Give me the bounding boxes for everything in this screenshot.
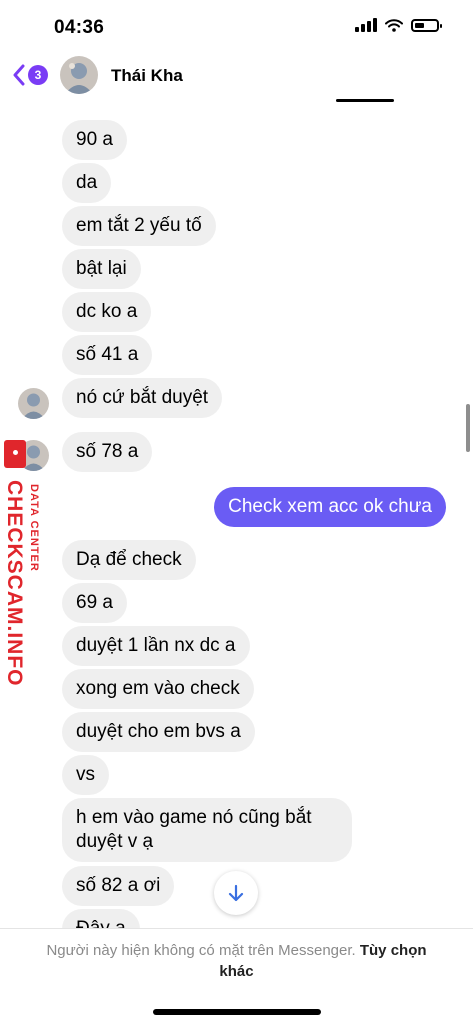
back-button[interactable]: 3	[12, 64, 48, 86]
composer-notice-bar: Người này hiện không có mặt trên Messeng…	[0, 928, 473, 1025]
message-incoming[interactable]: 90 a	[62, 120, 127, 160]
scroll-to-bottom-button[interactable]	[214, 871, 258, 915]
status-time: 04:36	[54, 17, 105, 38]
message-incoming[interactable]: nó cứ bắt duyệt	[62, 378, 223, 418]
message-incoming[interactable]: h em vào game nó cũng bắt duyệt v ạ	[62, 798, 352, 862]
cellular-signal-icon	[355, 18, 377, 32]
message-list[interactable]: 90 a da em tắt 2 yếu tố bật lại dc ko a …	[0, 104, 473, 930]
message-incoming[interactable]: Đây ạ	[62, 909, 140, 930]
message-incoming[interactable]: 69 a	[62, 583, 127, 623]
message-incoming[interactable]: dc ko a	[62, 292, 152, 332]
inactive-notice-text: Người này hiện không có mặt trên Messeng…	[46, 942, 356, 959]
status-bar: 04:36	[0, 0, 473, 52]
status-icons	[355, 18, 442, 32]
message-incoming[interactable]: số 82 a ơi	[62, 866, 175, 906]
message-incoming[interactable]: xong em vào check	[62, 669, 254, 709]
inactive-notice: Người này hiện không có mặt trên Messeng…	[40, 940, 433, 982]
message-incoming[interactable]: bật lại	[62, 249, 141, 289]
scrollbar[interactable]	[466, 404, 470, 452]
battery-icon	[411, 18, 442, 32]
message-incoming[interactable]: em tắt 2 yếu tố	[62, 206, 216, 246]
watermark-brand: CHECKSCAM.INFO	[3, 480, 26, 687]
unread-count-badge: 3	[28, 65, 48, 85]
lock-icon	[4, 440, 26, 468]
message-incoming[interactable]: số 41 a	[62, 335, 153, 375]
message-incoming[interactable]: duyệt 1 lần nx dc a	[62, 626, 250, 666]
arrow-down-icon	[228, 884, 244, 902]
header-divider	[336, 99, 394, 102]
message-outgoing[interactable]: Check xem acc ok chưa	[214, 487, 446, 527]
message-incoming[interactable]: số 78 a	[62, 432, 153, 472]
wifi-icon	[385, 18, 403, 32]
message-incoming[interactable]: vs	[62, 755, 109, 795]
contact-avatar[interactable]	[60, 56, 98, 94]
chevron-left-icon	[13, 64, 25, 86]
message-incoming[interactable]: da	[62, 163, 112, 203]
message-incoming[interactable]: duyệt cho em bvs a	[62, 712, 255, 752]
chat-header: 3 Thái Kha	[0, 52, 473, 102]
contact-name[interactable]: Thái Kha	[111, 66, 183, 86]
sender-avatar[interactable]	[18, 388, 49, 419]
watermark-tagline: DATA CENTER	[28, 484, 40, 572]
home-indicator[interactable]	[153, 1009, 321, 1015]
message-incoming[interactable]: Dạ để check	[62, 540, 196, 580]
watermark: CHECKSCAM.INFO DATA CENTER	[0, 436, 52, 687]
